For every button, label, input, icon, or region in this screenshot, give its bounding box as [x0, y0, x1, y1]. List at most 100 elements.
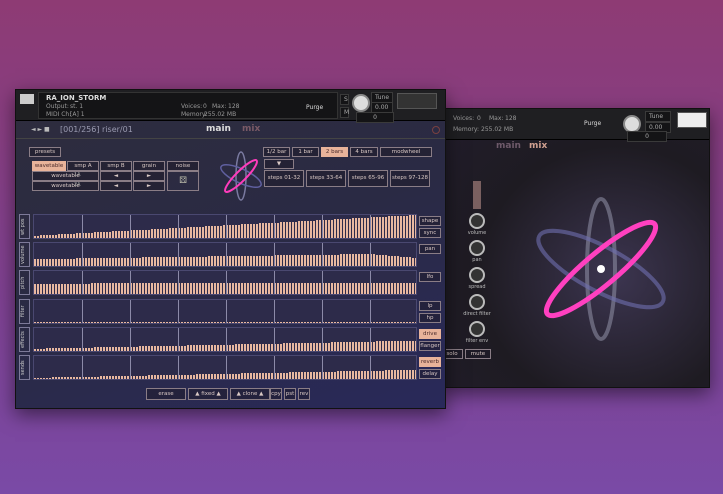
step-bar[interactable]: [61, 322, 63, 323]
step-bar[interactable]: [64, 283, 66, 294]
rate-button[interactable]: 4 bars: [350, 147, 378, 157]
step-bar[interactable]: [319, 322, 321, 323]
step-bar[interactable]: [250, 344, 252, 351]
step-bar[interactable]: [79, 322, 81, 323]
step-bar[interactable]: [361, 254, 363, 266]
step-bar[interactable]: [397, 341, 399, 351]
step-bar[interactable]: [376, 217, 378, 238]
lane-option-button[interactable]: shape: [419, 216, 441, 226]
step-bar[interactable]: [136, 283, 138, 294]
bottom-tool-button[interactable]: cpy: [270, 388, 282, 400]
step-bar[interactable]: [394, 341, 396, 351]
step-bar[interactable]: [133, 346, 135, 351]
step-bar[interactable]: [145, 346, 147, 351]
step-bar[interactable]: [127, 346, 129, 351]
step-bar[interactable]: [115, 376, 117, 379]
step-bar[interactable]: [172, 374, 174, 379]
step-bar[interactable]: [250, 322, 252, 323]
step-bar[interactable]: [181, 322, 183, 323]
step-bar[interactable]: [340, 282, 342, 294]
step-bar[interactable]: [46, 258, 48, 266]
step-bar[interactable]: [253, 322, 255, 323]
step-bar[interactable]: [262, 373, 264, 379]
step-bar[interactable]: [91, 322, 93, 323]
step-bar[interactable]: [85, 258, 87, 266]
step-bar[interactable]: [406, 215, 408, 238]
step-bar[interactable]: [352, 218, 354, 238]
step-bar[interactable]: [307, 220, 309, 238]
step-bar[interactable]: [109, 322, 111, 323]
source-4-button[interactable]: noise: [167, 161, 199, 171]
bottom-tool-button[interactable]: ▲ clone ▲: [230, 388, 270, 400]
step-bar[interactable]: [139, 346, 141, 351]
step-bar[interactable]: [124, 230, 126, 238]
step-bar[interactable]: [91, 376, 93, 379]
step-bar[interactable]: [412, 257, 414, 266]
step-bar[interactable]: [295, 282, 297, 294]
step-bar[interactable]: [289, 282, 291, 294]
step-bar[interactable]: [316, 254, 318, 266]
step-bar[interactable]: [124, 375, 126, 379]
purge-button[interactable]: Purge: [306, 104, 323, 111]
step-bar[interactable]: [97, 258, 99, 266]
step-bar[interactable]: [70, 347, 72, 351]
step-bar[interactable]: [238, 224, 240, 238]
step-bar[interactable]: [202, 345, 204, 351]
step-bar[interactable]: [295, 343, 297, 351]
step-bar[interactable]: [79, 376, 81, 379]
step-bar[interactable]: [223, 344, 225, 351]
step-bar[interactable]: [100, 347, 102, 351]
step-bar[interactable]: [106, 322, 108, 323]
step-bar[interactable]: [352, 371, 354, 379]
step-bar[interactable]: [376, 341, 378, 351]
step-bar[interactable]: [277, 343, 279, 351]
step-bar[interactable]: [85, 376, 87, 379]
step-bar[interactable]: [376, 370, 378, 379]
step-bar[interactable]: [292, 221, 294, 238]
step-bar[interactable]: [109, 376, 111, 379]
step-bar[interactable]: [106, 376, 108, 379]
step-bar[interactable]: [193, 283, 195, 294]
step-bar[interactable]: [415, 322, 416, 323]
step-bar[interactable]: [247, 344, 249, 351]
step-bar[interactable]: [94, 283, 96, 294]
step-bar[interactable]: [256, 322, 258, 323]
step-bar[interactable]: [259, 282, 261, 294]
step-bar[interactable]: [301, 372, 303, 379]
step-bar[interactable]: [289, 255, 291, 266]
step-bar[interactable]: [247, 322, 249, 323]
steps-page-button[interactable]: steps 97-128: [390, 170, 430, 187]
rate-button[interactable]: 2 bars: [321, 147, 348, 157]
step-bar[interactable]: [271, 372, 273, 379]
step-bar[interactable]: [136, 346, 138, 351]
step-bar[interactable]: [292, 343, 294, 351]
step-bar[interactable]: [313, 322, 315, 323]
step-bar[interactable]: [202, 374, 204, 379]
step-bar[interactable]: [346, 282, 348, 294]
step-bar[interactable]: [58, 322, 60, 323]
step-bar[interactable]: [271, 255, 273, 266]
direct-filter-knob[interactable]: [469, 294, 485, 310]
midi-select[interactable]: [A] 1: [70, 111, 85, 118]
step-bar[interactable]: [334, 219, 336, 238]
step-bar[interactable]: [253, 283, 255, 294]
step-bar[interactable]: [280, 322, 282, 323]
step-bar[interactable]: [172, 322, 174, 323]
step-bar[interactable]: [199, 226, 201, 238]
step-bar[interactable]: [187, 256, 189, 266]
step-bar[interactable]: [193, 227, 195, 238]
bottom-tool-button[interactable]: erase: [146, 388, 186, 400]
step-bar[interactable]: [328, 322, 330, 323]
step-bar[interactable]: [298, 282, 300, 294]
step-bar[interactable]: [91, 258, 93, 266]
step-bar[interactable]: [265, 372, 267, 379]
step-bar[interactable]: [55, 258, 57, 266]
step-bar[interactable]: [262, 223, 264, 238]
step-bar[interactable]: [73, 283, 75, 294]
step-bar[interactable]: [349, 342, 351, 351]
step-bar[interactable]: [91, 232, 93, 238]
step-bar[interactable]: [175, 228, 177, 238]
step-bar[interactable]: [394, 216, 396, 238]
source-1-button[interactable]: smp A: [67, 161, 99, 171]
step-bar[interactable]: [115, 257, 117, 266]
